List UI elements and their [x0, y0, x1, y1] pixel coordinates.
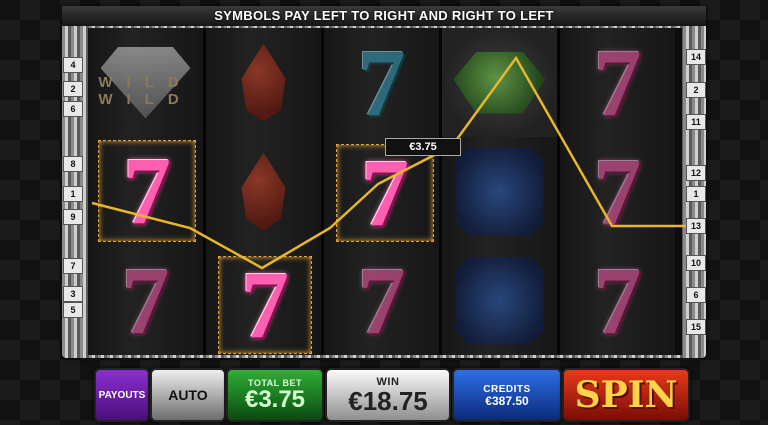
payouts-button[interactable]: PAYOUTS: [94, 368, 150, 422]
payline-number[interactable]: 6: [686, 287, 706, 303]
reel-2-symbol-ruby: [206, 137, 321, 246]
payline-number[interactable]: 3: [63, 286, 83, 302]
payline-number[interactable]: 10: [686, 255, 706, 271]
reel-3-symbol-seven-win: 7: [336, 144, 434, 242]
reel-2-symbol-seven-win: 7: [218, 256, 312, 354]
reel-3-symbol-seven: 7: [324, 246, 439, 355]
payline-number[interactable]: 8: [63, 156, 83, 172]
credits-label: CREDITS: [483, 383, 531, 395]
reel-1-symbol-seven: 7: [88, 246, 203, 355]
auto-spin-button[interactable]: AUTO: [150, 368, 226, 422]
reel-5-symbol-seven: 7: [560, 246, 675, 355]
seven-symbol: 7: [241, 251, 289, 358]
seven-symbol: 7: [357, 246, 406, 354]
win-display: WIN €18.75: [325, 368, 451, 422]
payline-number[interactable]: 1: [686, 186, 706, 202]
credits-value: €387.50: [485, 393, 529, 408]
reel-5-symbol-seven: 7: [560, 137, 675, 246]
spin-button[interactable]: SPIN: [562, 368, 690, 422]
payline-number[interactable]: 2: [686, 82, 706, 98]
sapphire-icon: [455, 147, 544, 236]
reel-4-symbol-emerald: [442, 28, 557, 137]
payouts-label: PAYOUTS: [98, 389, 146, 401]
reels-area: WILD WILD 7 7 7 7 7 7 7 7 7: [88, 28, 682, 355]
payline-number[interactable]: 12: [686, 165, 706, 181]
reel-1-symbol-seven-win: 7: [98, 140, 196, 242]
payline-number[interactable]: 11: [686, 114, 706, 130]
reel-4-symbol-sapphire: [442, 246, 557, 355]
payline-number[interactable]: 14: [686, 49, 706, 65]
seven-symbol: 7: [123, 137, 171, 244]
total-bet-button[interactable]: TOTAL BET €3.75: [226, 368, 324, 422]
reel-1-symbol-wild-diamond: WILD WILD: [88, 28, 203, 137]
win-value: €18.75: [348, 386, 428, 416]
payline-number[interactable]: 15: [686, 319, 706, 335]
reel-2: 7: [206, 28, 324, 355]
reel-2-symbol-ruby: [206, 28, 321, 137]
reel-3: 7 7 7: [324, 28, 442, 355]
spin-label: SPIN: [574, 374, 678, 416]
payline-number[interactable]: 13: [686, 218, 706, 234]
seven-symbol: 7: [593, 246, 642, 354]
payline-number[interactable]: 2: [63, 81, 83, 97]
emerald-icon: [453, 51, 546, 114]
payline-number[interactable]: 1: [63, 186, 83, 202]
payline-number[interactable]: 5: [63, 302, 83, 318]
seven-symbol: 7: [593, 137, 642, 245]
reel-5: 7 7 7: [560, 28, 675, 355]
wild-label: WILD WILD: [98, 74, 193, 108]
ruby-icon: [241, 43, 286, 122]
ruby-icon: [241, 152, 286, 231]
payline-number[interactable]: 9: [63, 209, 83, 225]
credits-display: CREDITS €387.50: [452, 368, 562, 422]
seven-symbol: 7: [361, 139, 409, 246]
total-bet-value: €3.75: [244, 386, 306, 413]
sapphire-icon: [455, 256, 544, 345]
payline-number[interactable]: 6: [63, 101, 83, 117]
payline-number[interactable]: 7: [63, 258, 83, 274]
reel-5-symbol-seven: 7: [560, 28, 675, 137]
line-win-amount: €3.75: [385, 138, 461, 156]
pay-direction-banner: SYMBOLS PAY LEFT TO RIGHT AND RIGHT TO L…: [62, 6, 706, 26]
seven-symbol: 7: [593, 28, 642, 136]
auto-label: AUTO: [168, 387, 208, 403]
reel-3-symbol-blue-seven: 7: [324, 28, 439, 137]
control-bar: PAYOUTS AUTO TOTAL BET €3.75 WIN €18.75 …: [0, 362, 768, 425]
payline-number[interactable]: 4: [63, 57, 83, 73]
reel-4: [442, 28, 560, 355]
blue-seven-symbol: 7: [357, 28, 406, 136]
seven-symbol: 7: [121, 246, 170, 354]
reel-1: WILD WILD 7 7: [88, 28, 206, 355]
